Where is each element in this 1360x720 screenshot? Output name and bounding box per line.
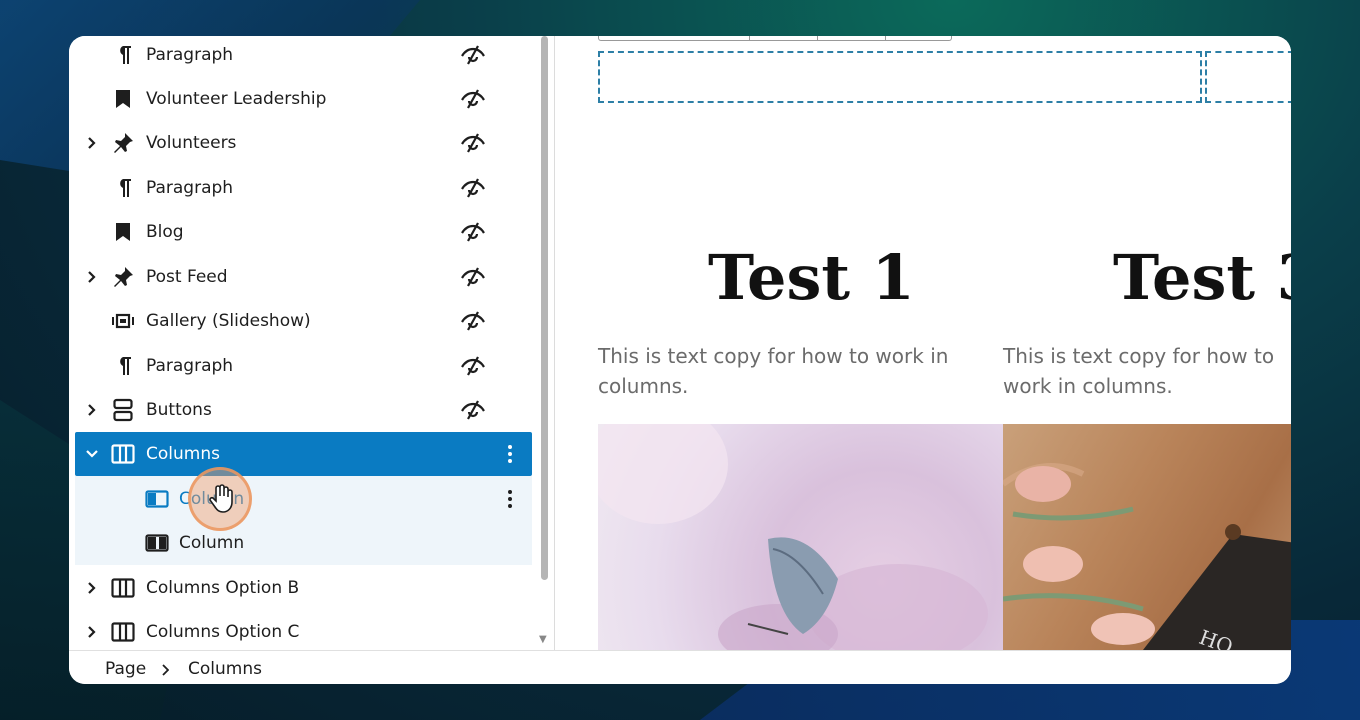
columns-icon [111, 620, 135, 644]
hidden-eye-icon[interactable] [459, 398, 487, 422]
list-item-blog[interactable]: Blog [75, 210, 532, 254]
list-item-label: Volunteer Leadership [146, 89, 327, 109]
paragraph-icon [111, 176, 135, 200]
hidden-eye-icon[interactable] [459, 87, 487, 111]
scroll-down-arrow-icon[interactable]: ▼ [539, 634, 547, 645]
hidden-eye-icon[interactable] [459, 354, 487, 378]
list-item-label: Gallery (Slideshow) [146, 311, 311, 331]
buttons-icon [111, 398, 135, 422]
list-item-columns-option-c[interactable]: Columns Option C [75, 610, 532, 650]
breadcrumb-separator-icon [161, 661, 170, 681]
paragraph-icon [111, 354, 135, 378]
list-item-columns[interactable]: Columns [75, 432, 532, 476]
chevron-right-icon[interactable] [85, 625, 99, 639]
list-item-label: Column [179, 533, 245, 553]
list-item-paragraph[interactable]: Paragraph [75, 344, 532, 388]
bookmark-icon [111, 87, 135, 111]
list-item-label: Buttons [146, 400, 212, 420]
hidden-eye-icon[interactable] [459, 131, 487, 155]
list-item-label: Post Feed [146, 267, 228, 287]
editor-window: Paragraph Volunteer Leadership Volunteer… [69, 36, 1291, 684]
list-item-label: Paragraph [146, 178, 234, 198]
paragraph-icon [111, 43, 135, 67]
hidden-eye-icon[interactable] [459, 220, 487, 244]
list-item-paragraph[interactable]: Paragraph [75, 36, 532, 77]
list-item-post-feed[interactable]: Post Feed [75, 255, 532, 299]
hidden-eye-icon[interactable] [459, 43, 487, 67]
column-right-icon [145, 531, 169, 555]
column-block-outline[interactable] [1205, 51, 1291, 103]
breadcrumb-page[interactable]: Page [105, 659, 146, 679]
breadcrumb-columns[interactable]: Columns [188, 659, 262, 679]
column-heading[interactable]: Test 3 [1113, 241, 1291, 314]
column-heading[interactable]: Test 1 [708, 241, 915, 314]
list-item-label: Columns Option C [146, 622, 300, 642]
hand-cursor-icon [207, 484, 235, 514]
chevron-right-icon[interactable] [85, 270, 99, 284]
pin-icon [111, 265, 135, 289]
list-item-buttons[interactable]: Buttons [75, 388, 532, 432]
hidden-eye-icon[interactable] [459, 176, 487, 200]
list-item-gallery-slideshow[interactable]: Gallery (Slideshow) [75, 299, 532, 343]
column-left-icon [145, 487, 169, 511]
column-block-outline[interactable] [598, 51, 1202, 103]
chevron-down-icon[interactable] [85, 447, 99, 461]
list-item-label: Columns Option B [146, 578, 300, 598]
gallery-slideshow-icon [111, 309, 135, 333]
list-item-label: Volunteers [146, 133, 237, 153]
list-item-label: Paragraph [146, 45, 234, 65]
bookmark-icon [111, 220, 135, 244]
breadcrumb: Page Columns [69, 650, 1291, 684]
more-options-icon[interactable] [505, 442, 515, 466]
list-item-volunteer-leadership[interactable]: Volunteer Leadership [75, 77, 532, 121]
more-options-icon[interactable] [505, 487, 515, 511]
list-item-columns-option-b[interactable]: Columns Option B [75, 566, 532, 610]
pin-icon [111, 131, 135, 155]
hidden-eye-icon[interactable] [459, 309, 487, 333]
list-view-scrollbar[interactable] [541, 36, 548, 580]
editor-canvas[interactable]: Test 1 Test 3 This is text copy for how … [555, 36, 1291, 650]
columns-icon [111, 576, 135, 600]
list-item-column[interactable]: Column [75, 477, 532, 521]
list-item-label: Columns [146, 444, 220, 464]
chevron-right-icon[interactable] [85, 403, 99, 417]
column-paragraph[interactable]: This is text copy for how to work in col… [598, 341, 958, 401]
chevron-right-icon[interactable] [85, 581, 99, 595]
list-item-volunteers[interactable]: Volunteers [75, 121, 532, 165]
block-toolbar-edge [598, 36, 952, 41]
hidden-eye-icon[interactable] [459, 265, 487, 289]
list-item-column[interactable]: Column [75, 521, 532, 565]
list-item-paragraph[interactable]: Paragraph [75, 166, 532, 210]
columns-icon [111, 442, 135, 466]
butterfly-image[interactable] [598, 424, 1003, 650]
chevron-right-icon[interactable] [85, 136, 99, 150]
column-paragraph[interactable]: This is text copy for how to work in col… [1003, 341, 1291, 401]
tulips-book-image[interactable]: HO [1003, 424, 1291, 650]
list-item-label: Blog [146, 222, 184, 242]
list-item-label: Paragraph [146, 356, 234, 376]
list-view-panel: Paragraph Volunteer Leadership Volunteer… [69, 36, 555, 650]
